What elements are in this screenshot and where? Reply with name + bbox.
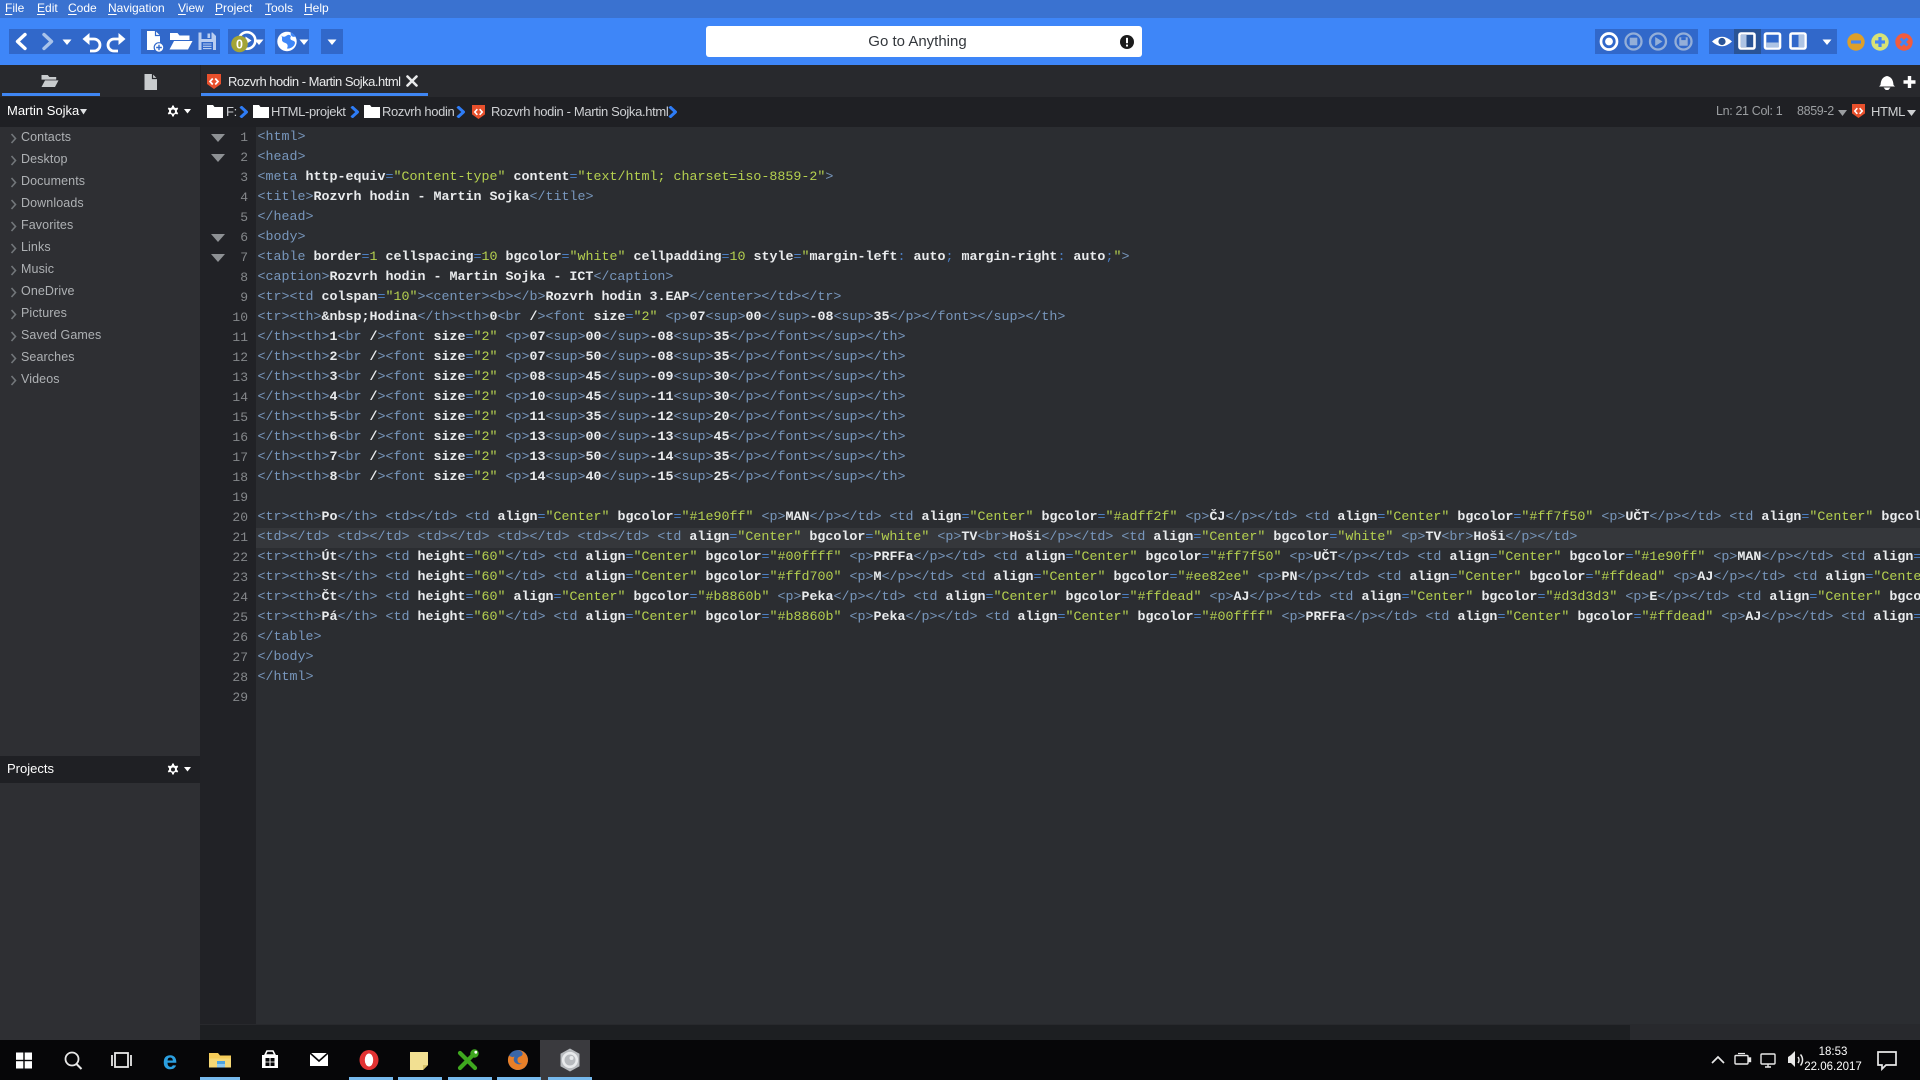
svg-text:e: e [163,1045,177,1075]
svg-text:0: 0 [236,38,243,52]
